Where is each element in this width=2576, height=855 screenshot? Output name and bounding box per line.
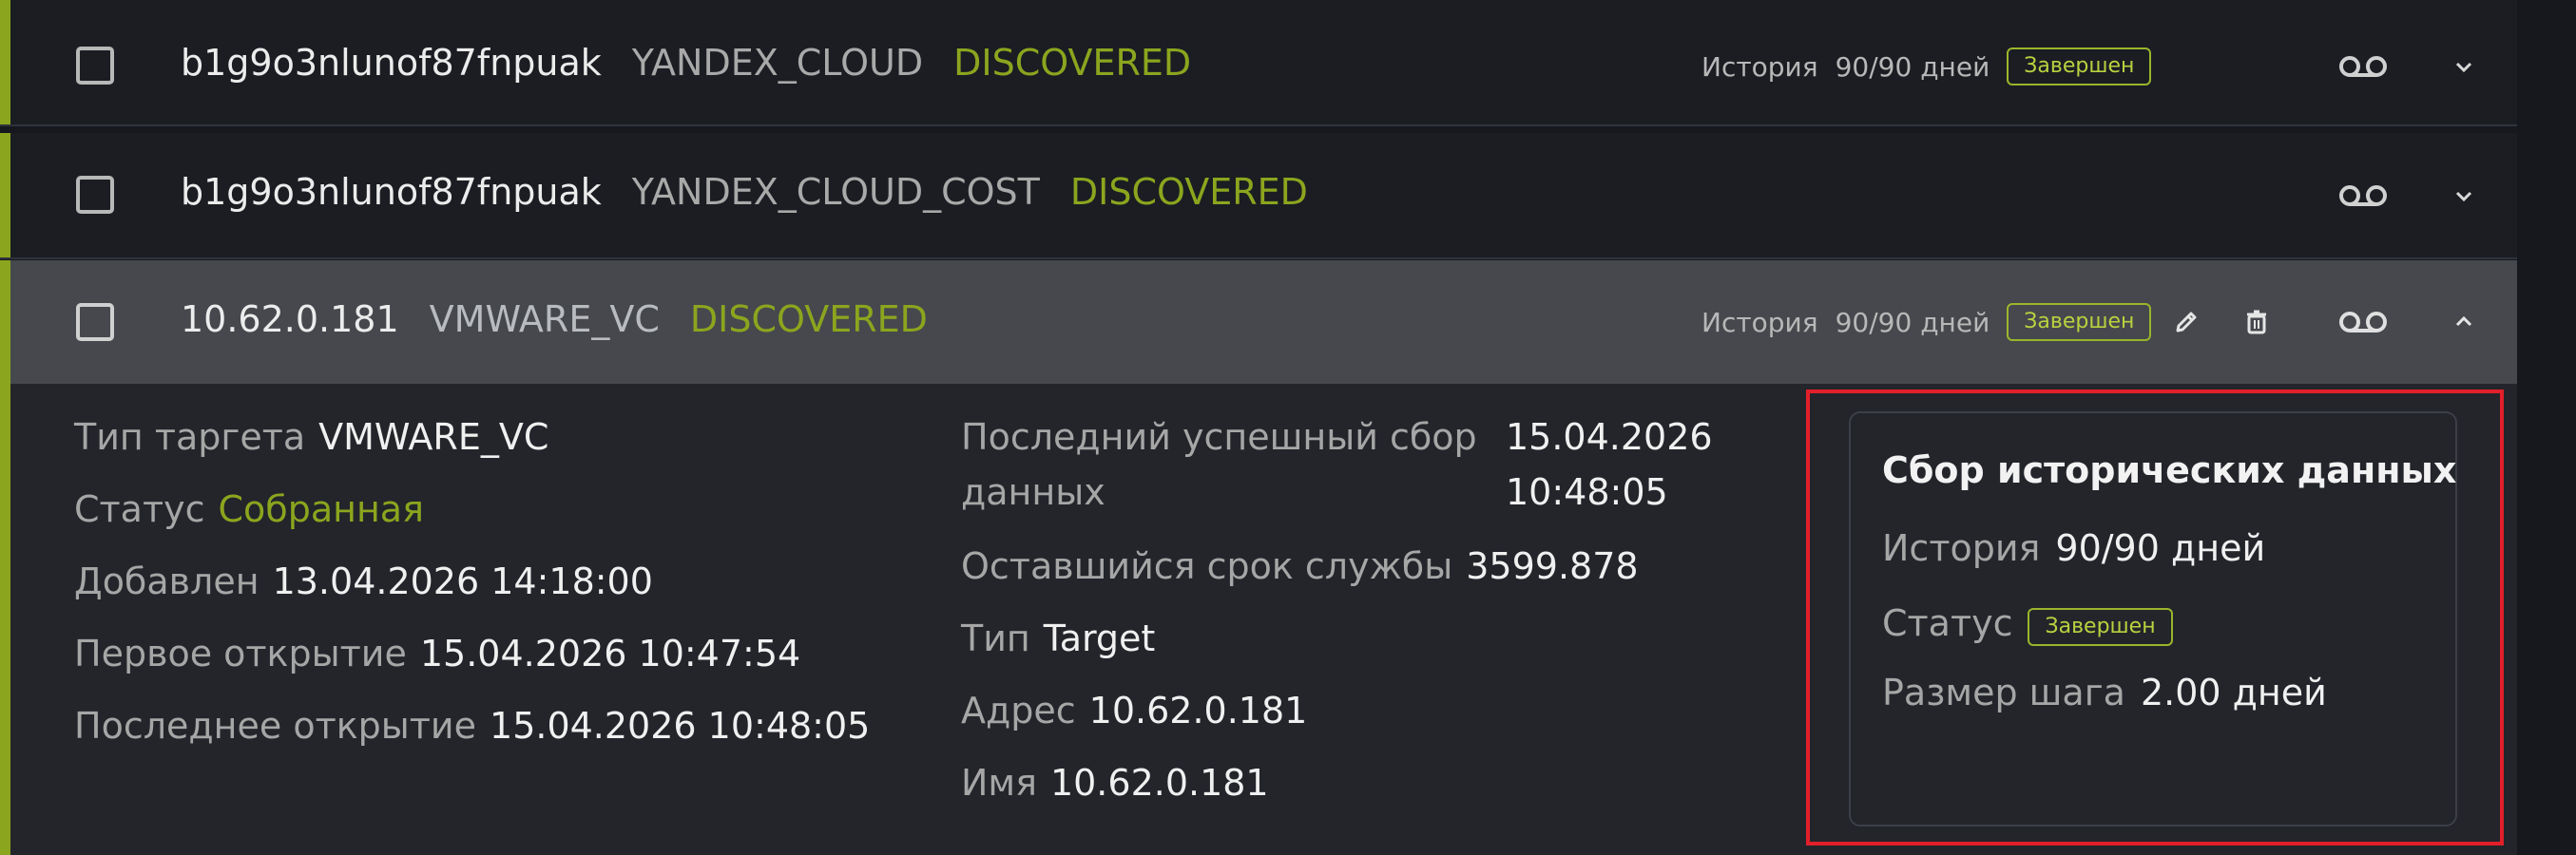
- detail-value: 3599.878: [1466, 545, 1639, 587]
- chevron-down-icon[interactable]: [2448, 52, 2480, 81]
- row-checkbox[interactable]: [76, 47, 114, 85]
- detail-remaining-life: Оставшийся срок службы 3599.878: [961, 545, 1639, 587]
- detail-value: Target: [1043, 618, 1156, 659]
- card-history: История 90/90 дней: [1882, 527, 2265, 569]
- detail-address: Адрес 10.62.0.181: [961, 690, 1307, 732]
- status-badge: Завершен: [2007, 303, 2152, 342]
- history-value: 90/90 дней: [1835, 306, 1990, 338]
- detail-value: 10:48:05: [1506, 471, 1668, 513]
- detail-key: Добавлен: [74, 560, 260, 602]
- card-key: История: [1882, 527, 2041, 569]
- history-summary: История 90/90 дней Завершен: [1701, 303, 2152, 342]
- detail-last-collect-key-2: данных: [961, 471, 1105, 513]
- detail-value: 15.04.2026 10:48:05: [490, 705, 871, 747]
- card-value: 90/90 дней: [2055, 527, 2266, 569]
- detail-name: Имя 10.62.0.181: [961, 762, 1269, 804]
- detail-key: Тип таргета: [74, 416, 306, 458]
- row-checkbox[interactable]: [76, 303, 114, 341]
- card-value: 2.00 дней: [2140, 672, 2327, 713]
- chevron-up-icon[interactable]: [2448, 308, 2480, 336]
- target-type: YANDEX_CLOUD_COST: [631, 171, 1040, 213]
- pencil-icon[interactable]: [2169, 305, 2203, 339]
- history-summary: История 90/90 дней Завершен: [1701, 48, 2152, 86]
- target-id: b1g9o3nlunof87fnpuak: [181, 171, 602, 213]
- row-checkbox[interactable]: [76, 176, 114, 214]
- trash-icon[interactable]: [2240, 305, 2274, 339]
- detail-last-collect-value-2: 10:48:05: [1506, 471, 1668, 513]
- row-title: b1g9o3nlunof87fnpuak YANDEX_CLOUD DISCOV…: [181, 42, 1191, 84]
- target-row[interactable]: b1g9o3nlunof87fnpuak YANDEX_CLOUD_COST D…: [0, 133, 2517, 259]
- card-status: Статус Завершен: [1882, 599, 2173, 647]
- detail-key: Последний успешный сбор: [961, 416, 1477, 458]
- detail-key: Тип: [961, 618, 1030, 659]
- target-id: b1g9o3nlunof87fnpuak: [181, 42, 602, 84]
- row-accent-bar: [0, 260, 10, 384]
- status-badge: Завершен: [2007, 48, 2152, 86]
- card-key: Размер шага: [1882, 672, 2125, 713]
- history-value: 90/90 дней: [1835, 50, 1990, 83]
- chevron-down-icon[interactable]: [2448, 181, 2480, 210]
- detail-value: 13.04.2026 14:18:00: [272, 560, 653, 602]
- card-title: Сбор исторических данных: [1882, 449, 2457, 491]
- card-step-size: Размер шага 2.00 дней: [1882, 672, 2327, 713]
- target-state: DISCOVERED: [1069, 171, 1308, 213]
- detail-first-seen: Первое открытие 15.04.2026 10:47:54: [74, 633, 800, 674]
- target-state: DISCOVERED: [689, 298, 928, 340]
- detail-value: 15.04.2026 10:47:54: [419, 633, 801, 674]
- row-title: 10.62.0.181 VMWARE_VC DISCOVERED: [181, 298, 928, 340]
- detail-key: Статус: [74, 488, 205, 530]
- target-row[interactable]: b1g9o3nlunof87fnpuak YANDEX_CLOUD DISCOV…: [0, 0, 2517, 126]
- detail-status: Статус Собранная: [74, 488, 424, 530]
- detail-type: Тип Target: [961, 618, 1155, 659]
- detail-last-seen: Последнее открытие 15.04.2026 10:48:05: [74, 705, 870, 747]
- history-label: История: [1701, 50, 1818, 83]
- detail-value: 10.62.0.181: [1049, 762, 1269, 804]
- detail-key: Последнее открытие: [74, 705, 477, 747]
- detail-key: Оставшийся срок службы: [961, 545, 1453, 587]
- row-accent-bar: [0, 133, 10, 257]
- history-collection-card: Сбор исторических данных История 90/90 дн…: [1849, 411, 2457, 826]
- target-type: VMWARE_VC: [429, 298, 660, 340]
- detail-value: 15.04.2026: [1506, 416, 1713, 458]
- detail-value: VMWARE_VC: [318, 416, 549, 458]
- detail-last-collect-value: 15.04.2026: [1506, 416, 1713, 458]
- row-accent-bar: [0, 384, 10, 855]
- detail-key: Первое открытие: [74, 633, 407, 674]
- voicemail-icon[interactable]: [2335, 46, 2392, 87]
- detail-key: Имя: [961, 762, 1037, 804]
- target-type: YANDEX_CLOUD: [631, 42, 924, 84]
- target-state: DISCOVERED: [953, 42, 1192, 84]
- status-badge: Завершен: [2028, 608, 2173, 647]
- detail-value: Собранная: [218, 488, 424, 530]
- detail-value: 10.62.0.181: [1088, 690, 1308, 732]
- row-accent-bar: [0, 0, 10, 124]
- detail-last-collect-key: Последний успешный сбор: [961, 416, 1477, 458]
- detail-target-type: Тип таргета VMWARE_VC: [74, 416, 548, 458]
- detail-added: Добавлен 13.04.2026 14:18:00: [74, 560, 653, 602]
- detail-key: данных: [961, 471, 1105, 513]
- detail-key: Адрес: [961, 690, 1076, 732]
- target-row-expanded[interactable]: 10.62.0.181 VMWARE_VC DISCOVERED История…: [0, 260, 2517, 384]
- card-key: Статус: [1882, 601, 2013, 644]
- voicemail-icon[interactable]: [2335, 301, 2392, 343]
- history-label: История: [1701, 306, 1818, 338]
- target-id: 10.62.0.181: [181, 298, 399, 340]
- voicemail-icon[interactable]: [2335, 175, 2392, 217]
- row-title: b1g9o3nlunof87fnpuak YANDEX_CLOUD_COST D…: [181, 171, 1308, 213]
